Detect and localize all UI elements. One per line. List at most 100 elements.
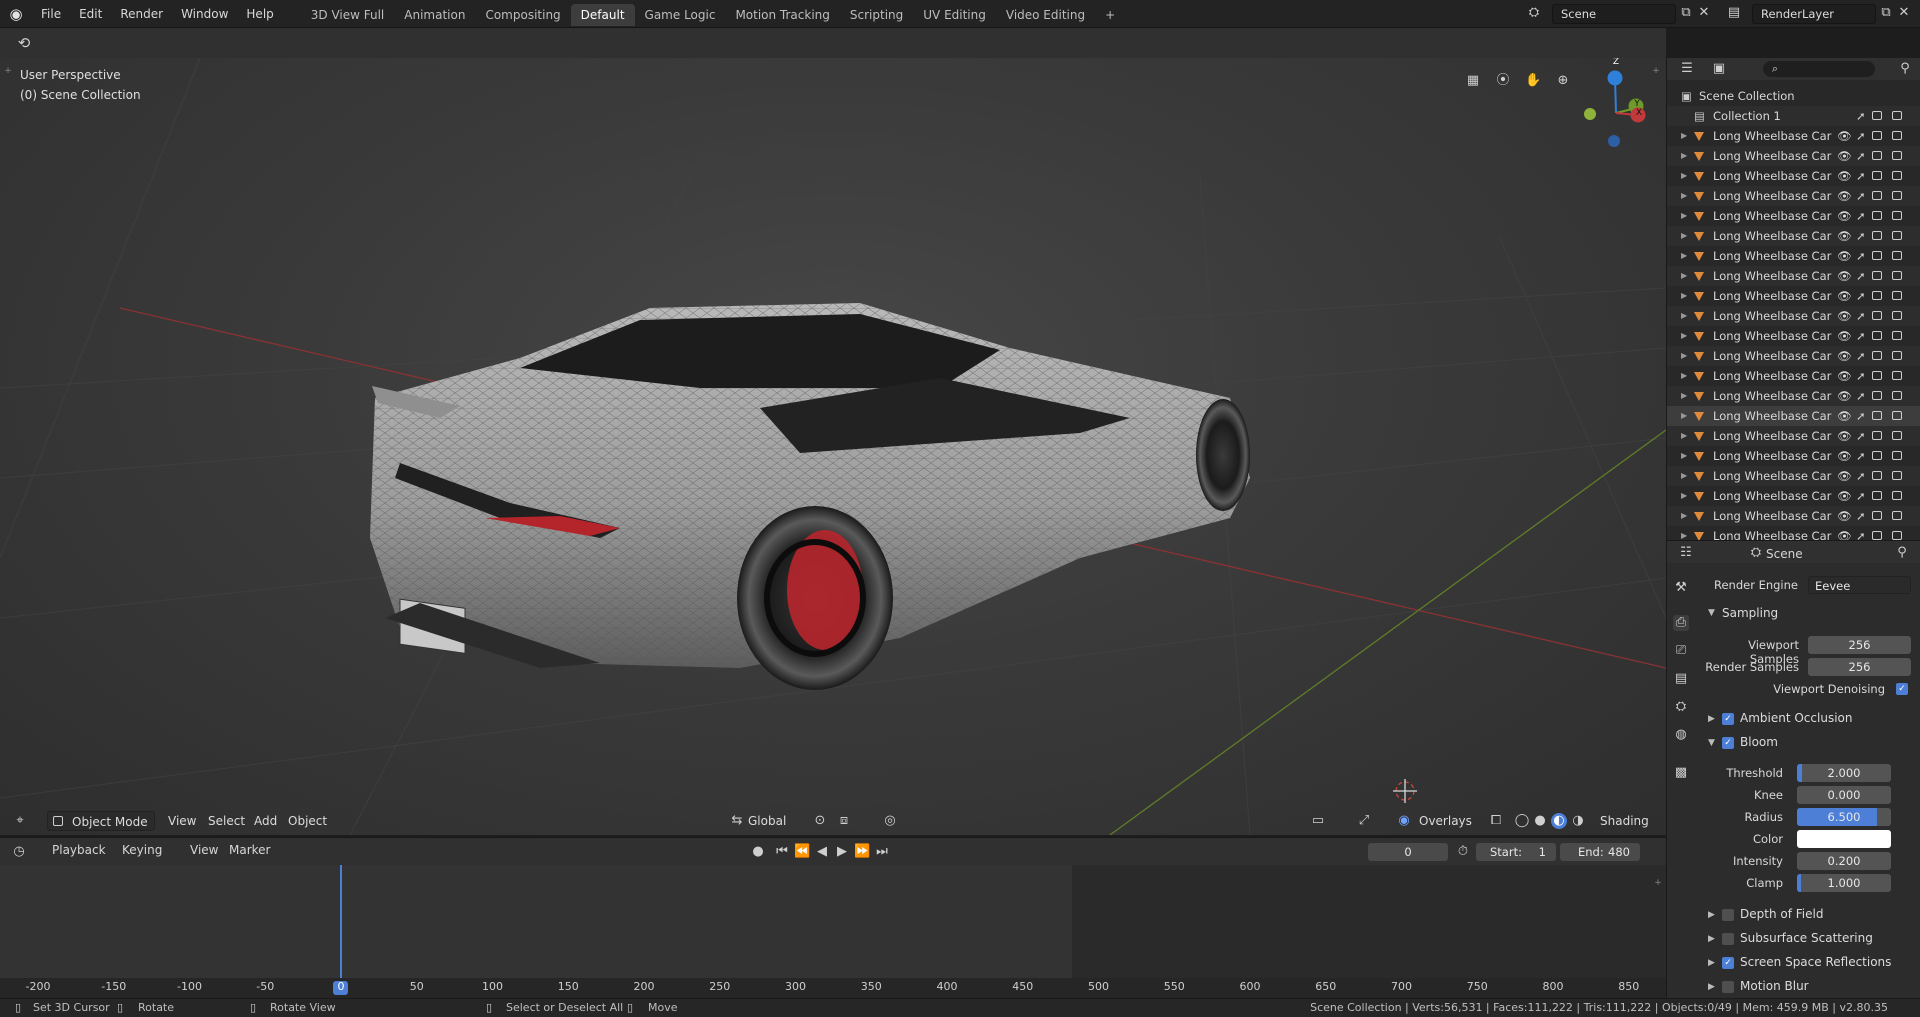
menu-window[interactable]: Window	[172, 0, 237, 28]
expand-arrow-icon[interactable]: ▶	[1681, 506, 1687, 526]
world-tab-icon[interactable]: ◍	[1673, 727, 1689, 743]
visibility-eye-icon[interactable]: 👁	[1837, 406, 1852, 426]
viewport-toggle-icon[interactable]	[1872, 371, 1882, 380]
motion-blur-expand-icon[interactable]: ▶	[1708, 982, 1715, 992]
render-toggle-icon[interactable]	[1892, 311, 1902, 320]
add-region-right-icon[interactable]: +	[1648, 63, 1664, 79]
play-icon[interactable]: ▶	[834, 844, 850, 860]
rendered-shading-icon[interactable]: ◑	[1570, 813, 1586, 829]
viewport-toggle-icon[interactable]	[1872, 271, 1882, 280]
tab-motion-tracking[interactable]: Motion Tracking	[725, 4, 839, 26]
viewport-toggle-icon[interactable]	[1872, 471, 1882, 480]
expand-arrow-icon[interactable]: ▶	[1681, 226, 1687, 246]
visibility-eye-icon[interactable]: 👁	[1837, 146, 1852, 166]
overlays-icon[interactable]: ◉	[1396, 813, 1412, 829]
motion-blur-checkbox[interactable]	[1722, 981, 1734, 993]
render-toggle-icon[interactable]	[1892, 431, 1902, 440]
outliner-object-row[interactable]: ▶ Long Wheelbase Car 👁 ➚	[1667, 306, 1920, 326]
expand-arrow-icon[interactable]: ▶	[1681, 246, 1687, 266]
menu-file[interactable]: File	[32, 0, 70, 28]
renderlayer-browse-icon[interactable]: ▤	[1726, 5, 1742, 21]
viewport-samples-field[interactable]: 256	[1808, 636, 1911, 654]
visibility-eye-icon[interactable]: 👁	[1837, 206, 1852, 226]
render-toggle-icon[interactable]	[1892, 411, 1902, 420]
tab-3d-view-full[interactable]: 3D View Full	[301, 4, 395, 26]
next-keyframe-icon[interactable]: ⏩	[854, 844, 870, 860]
timeline-view-menu[interactable]: View	[190, 843, 218, 857]
threshold-field[interactable]: 2.000	[1797, 764, 1891, 782]
menu-object[interactable]: Object	[282, 811, 333, 831]
texture-tab-icon[interactable]: ▩	[1673, 765, 1689, 781]
sampling-panel-header[interactable]: Sampling	[1722, 606, 1778, 620]
clamp-field[interactable]: 1.000	[1797, 874, 1891, 892]
render-toggle-icon[interactable]	[1892, 391, 1902, 400]
select-arrow-icon[interactable]: ➚	[1856, 526, 1866, 540]
render-toggle-icon[interactable]	[1892, 271, 1902, 280]
select-arrow-icon[interactable]: ➚	[1856, 346, 1866, 366]
render-toggle-icon[interactable]	[1892, 491, 1902, 500]
tab-video-editing[interactable]: Video Editing	[996, 4, 1095, 26]
tab-uv-editing[interactable]: UV Editing	[913, 4, 996, 26]
expand-arrow-icon[interactable]: ▶	[1681, 366, 1687, 386]
select-arrow-icon[interactable]: ➚	[1856, 206, 1866, 226]
outliner-editor-icon[interactable]: ☰	[1679, 61, 1695, 77]
select-arrow-icon[interactable]: ➚	[1856, 366, 1866, 386]
outliner-object-row[interactable]: ▶ Long Wheelbase Car 👁 ➚	[1667, 126, 1920, 146]
snap-icon[interactable]: ⧈	[836, 813, 852, 829]
viewport-toggle-icon[interactable]	[1872, 131, 1882, 140]
render-toggle-icon[interactable]	[1892, 211, 1902, 220]
timer-icon[interactable]: ⏱	[1455, 844, 1471, 860]
keying-menu[interactable]: Keying	[122, 843, 162, 857]
marker-menu[interactable]: Marker	[229, 843, 270, 857]
expand-arrow-icon[interactable]: ▶	[1681, 186, 1687, 206]
menu-help[interactable]: Help	[237, 0, 282, 28]
viewport-toggle-icon[interactable]	[1872, 251, 1882, 260]
expand-arrow-icon[interactable]: ▶	[1681, 166, 1687, 186]
outliner-object-row[interactable]: ▶ Long Wheelbase Car 👁 ➚	[1667, 366, 1920, 386]
viewport-denoising-checkbox[interactable]: ✓	[1896, 683, 1908, 695]
viewport-toggle-icon[interactable]	[1872, 111, 1882, 120]
3d-viewport[interactable]: User Perspective (0) Scene Collection Z …	[0, 58, 1666, 835]
outliner-object-row[interactable]: ▶ Long Wheelbase Car 👁 ➚	[1667, 226, 1920, 246]
visibility-eye-icon[interactable]: 👁	[1837, 166, 1852, 186]
sss-panel-header[interactable]: Subsurface Scattering	[1740, 931, 1873, 945]
expand-arrow-icon[interactable]: ▶	[1681, 406, 1687, 426]
bloom-color-swatch[interactable]	[1797, 830, 1891, 848]
expand-arrow-icon[interactable]: ▶	[1681, 386, 1687, 406]
outliner-object-row[interactable]: ▶ Long Wheelbase Car 👁 ➚	[1667, 166, 1920, 186]
select-arrow-icon[interactable]: ➚	[1856, 286, 1866, 306]
render-toggle-icon[interactable]	[1892, 251, 1902, 260]
visibility-eye-icon[interactable]: 👁	[1837, 186, 1852, 206]
new-renderlayer-icon[interactable]: ⧉	[1878, 5, 1894, 21]
filter-icon[interactable]: ⚲	[1897, 61, 1913, 77]
ao-panel-header[interactable]: Ambient Occlusion	[1740, 711, 1852, 725]
tool-tab-icon[interactable]: ⚒	[1673, 580, 1689, 596]
object-mode-dropdown[interactable]: Object Mode	[47, 811, 155, 831]
dof-panel-header[interactable]: Depth of Field	[1740, 907, 1823, 921]
timeline-editor-icon[interactable]: ◷	[11, 844, 27, 860]
render-toggle-icon[interactable]	[1892, 291, 1902, 300]
visibility-eye-icon[interactable]: 👁	[1837, 266, 1852, 286]
gizmo-toggle-icon[interactable]: ⤢	[1356, 813, 1372, 829]
menu-add[interactable]: Add	[248, 811, 283, 831]
visibility-eye-icon[interactable]: 👁	[1837, 466, 1852, 486]
blender-logo-icon[interactable]: ◉	[0, 5, 32, 23]
ssr-checkbox[interactable]: ✓	[1722, 957, 1734, 969]
motion-blur-panel-header[interactable]: Motion Blur	[1740, 979, 1809, 993]
outliner-object-row[interactable]: ▶ Long Wheelbase Car 👁 ➚	[1667, 446, 1920, 466]
viewport-toggle-icon[interactable]	[1872, 431, 1882, 440]
prev-keyframe-icon[interactable]: ⏪	[794, 844, 810, 860]
outliner-object-row[interactable]: ▶ Long Wheelbase Car 👁 ➚	[1667, 186, 1920, 206]
viewport-toggle-icon[interactable]	[1872, 411, 1882, 420]
outliner-object-row[interactable]: ▶ Long Wheelbase Car 👁 ➚	[1667, 386, 1920, 406]
expand-arrow-icon[interactable]: ▶	[1681, 126, 1687, 146]
outliner-object-row[interactable]: ▶ Long Wheelbase Car 👁 ➚	[1667, 326, 1920, 346]
lookdev-shading-icon[interactable]: ◐	[1551, 813, 1567, 829]
render-toggle-icon[interactable]	[1892, 231, 1902, 240]
outliner-object-row[interactable]: ▶ Long Wheelbase Car 👁 ➚	[1667, 506, 1920, 526]
shading-dropdown[interactable]: Shading	[1594, 811, 1655, 831]
select-arrow-icon[interactable]: ➚	[1856, 246, 1866, 266]
sss-expand-icon[interactable]: ▶	[1708, 934, 1715, 944]
select-arrow-icon[interactable]: ➚	[1856, 506, 1866, 526]
viewport-toggle-icon[interactable]	[1872, 291, 1882, 300]
